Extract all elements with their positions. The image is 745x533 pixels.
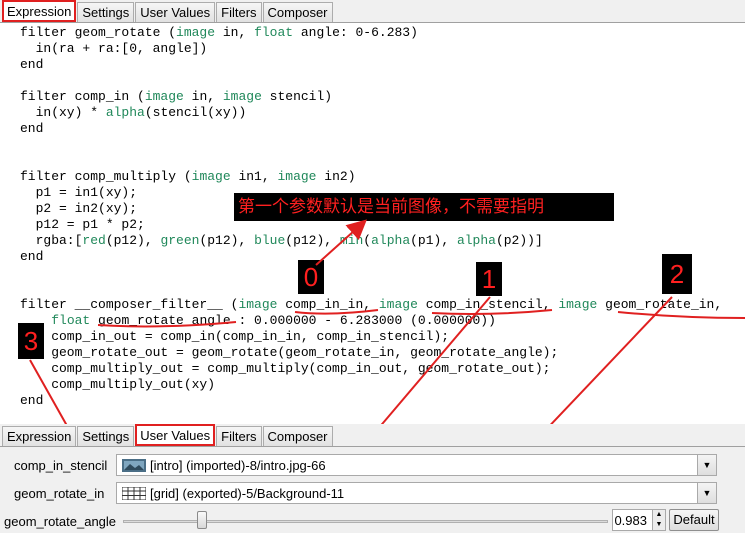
spinbox-value: 0.983 [614,513,647,528]
tab-filters[interactable]: Filters [216,426,262,446]
tab-composer[interactable]: Composer [262,2,333,22]
geom-rotate-in-value: [grid] (exported)-5/Background-11 [150,486,345,501]
bottom-tab-bar: Expression Settings User Values Filters … [0,424,745,447]
code-line: end [20,393,44,408]
geom-rotate-angle-slider[interactable] [123,520,608,523]
spin-down-icon[interactable]: ▼ [652,520,665,530]
comp-in-stencil-value: [intro] (imported)-8/intro.jpg-66 [150,458,326,473]
code-line: geom_rotate_out = geom_rotate(geom_rotat… [20,345,559,360]
grid-thumbnail-icon [122,487,146,500]
code-line: p1 = in1(xy); [20,185,138,200]
annotation-number-2: 2 [662,254,692,294]
default-button[interactable]: Default [669,509,719,531]
code-line: filter __composer_filter__ (image comp_i… [20,297,723,312]
tab-filters[interactable]: Filters [216,2,262,22]
code-line: in(ra + ra:[0, angle]) [20,41,208,56]
tab-user-values[interactable]: User Values [135,424,216,446]
comp-in-stencil-label: comp_in_stencil [14,458,108,473]
code-line: float geom_rotate_angle : 0.000000 - 6.2… [51,313,496,328]
code-line: end [20,57,44,72]
code-line: in(xy) * alpha(stencil(xy)) [20,105,247,120]
geom-rotate-angle-label: geom_rotate_angle [4,514,117,529]
tab-expression[interactable]: Expression [2,426,77,446]
chevron-down-icon[interactable]: ▼ [697,455,716,475]
tab-user-values[interactable]: User Values [135,2,216,22]
tab-settings[interactable]: Settings [77,426,135,446]
code-line: comp_multiply_out(xy) [20,377,216,392]
comp-in-stencil-select[interactable]: [intro] (imported)-8/intro.jpg-66 ▼ [116,454,717,476]
code-line: end [20,249,44,264]
code-editor[interactable]: filter geom_rotate (image in, float angl… [0,23,745,419]
code-line: rgba:[red(p12), green(p12), blue(p12), m… [20,233,543,248]
geom-rotate-in-label: geom_rotate_in [14,486,105,501]
annotation-number-3: 3 [18,323,44,359]
top-tab-bar: Expression Settings User Values Filters … [0,0,745,23]
tab-settings[interactable]: Settings [77,2,135,22]
tab-expression[interactable]: Expression [2,0,77,22]
image-thumbnail-icon [122,459,146,472]
code-line: filter geom_rotate (image in, float angl… [20,25,418,40]
code-line: comp_in_out = comp_in(comp_in_in, comp_i… [20,329,450,344]
code-line: filter comp_multiply (image in1, image i… [20,169,356,184]
code-line: filter comp_in (image in, image stencil) [20,89,333,104]
code-line: comp_multiply_out = comp_multiply(comp_i… [20,361,551,376]
code-line: end [20,121,44,136]
code-line: p2 = in2(xy); [20,201,138,216]
tab-composer[interactable]: Composer [262,426,333,446]
annotation-note: 第一个参数默认是当前图像，不需要指明 [234,193,614,221]
geom-rotate-angle-spinbox[interactable]: 0.983 ▲ ▼ [612,509,666,531]
annotation-number-1: 1 [476,262,502,296]
user-values-panel: comp_in_stencil [intro] (imported)-8/int… [0,447,745,533]
spin-up-icon[interactable]: ▲ [652,510,665,520]
annotation-number-0: 0 [298,260,324,294]
code-line: p12 = p1 * p2; [20,217,145,232]
geom-rotate-in-select[interactable]: [grid] (exported)-5/Background-11 ▼ [116,482,717,504]
chevron-down-icon[interactable]: ▼ [697,483,716,503]
slider-handle[interactable] [197,511,208,529]
